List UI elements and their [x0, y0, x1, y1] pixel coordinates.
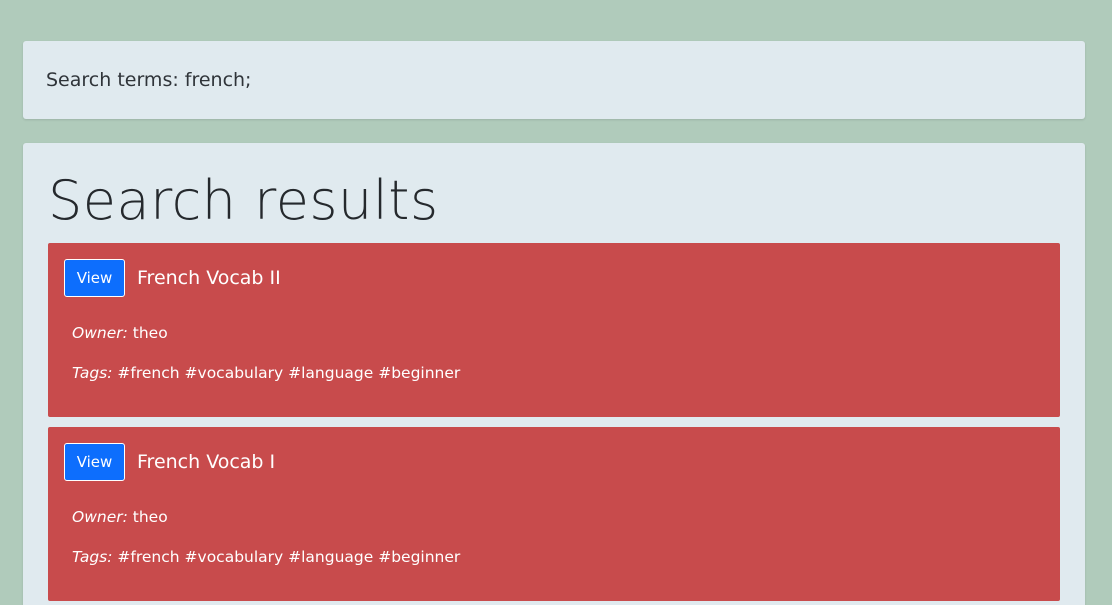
- tags-label: Tags:: [72, 364, 113, 382]
- tags-label: Tags:: [72, 548, 113, 566]
- result-item: View French Vocab II Owner: theo Tags: #…: [48, 243, 1060, 417]
- search-terms-label: Search terms:: [46, 69, 179, 91]
- result-header: View French Vocab I: [64, 443, 1044, 481]
- owner-value: theo: [132, 508, 168, 526]
- tags-value: #french #vocabulary #language #beginner: [117, 364, 461, 382]
- result-header: View French Vocab II: [64, 259, 1044, 297]
- result-title: French Vocab I: [137, 451, 276, 473]
- result-owner: Owner: theo: [64, 507, 1044, 527]
- search-results-card: Search results View French Vocab II Owne…: [23, 143, 1085, 605]
- owner-label: Owner:: [72, 508, 128, 526]
- owner-value: theo: [132, 324, 168, 342]
- page-title: Search results: [48, 169, 439, 232]
- owner-label: Owner:: [72, 324, 128, 342]
- result-title: French Vocab II: [137, 267, 281, 289]
- search-terms-value: french;: [184, 69, 252, 91]
- tags-value: #french #vocabulary #language #beginner: [117, 548, 461, 566]
- result-item: View French Vocab I Owner: theo Tags: #f…: [48, 427, 1060, 601]
- result-tags: Tags: #french #vocabulary #language #beg…: [64, 547, 1044, 567]
- result-tags: Tags: #french #vocabulary #language #beg…: [64, 363, 1044, 383]
- search-terms-card: Search terms: french;: [23, 41, 1085, 119]
- view-button[interactable]: View: [64, 443, 125, 481]
- result-owner: Owner: theo: [64, 323, 1044, 343]
- view-button[interactable]: View: [64, 259, 125, 297]
